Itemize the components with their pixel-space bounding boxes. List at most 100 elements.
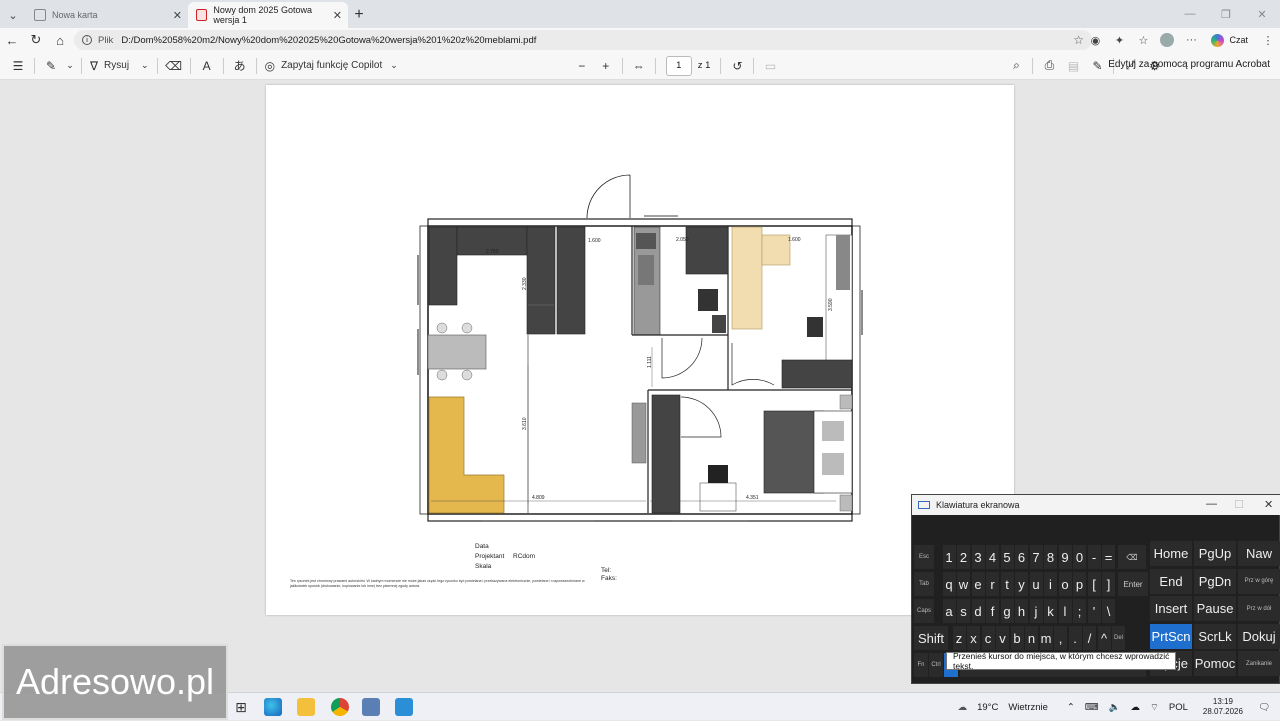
key-del[interactable]: Del	[1112, 626, 1125, 650]
keyboard-title-bar[interactable]: Klawiatura ekranowa — ☐ ✕	[912, 495, 1280, 515]
key-.[interactable]: .	[1068, 626, 1082, 650]
key-][interactable]: ]	[1102, 572, 1115, 596]
key-=[interactable]: =	[1102, 545, 1115, 569]
zoom-out-icon[interactable]: −	[570, 52, 594, 80]
key-s[interactable]: s	[957, 599, 970, 623]
key-zanikanie[interactable]: Zanikanie	[1238, 651, 1280, 676]
weather-icon[interactable]: ☁	[958, 702, 968, 713]
info-icon[interactable]: i	[82, 35, 92, 45]
save-as-icon[interactable]: ✎	[1085, 52, 1109, 80]
key-w[interactable]: w	[957, 572, 970, 596]
print-icon[interactable]: ⎙	[1037, 52, 1061, 80]
key-^[interactable]: ^	[1097, 626, 1111, 650]
two-page-view-icon[interactable]: ▭	[758, 52, 782, 80]
new-tab-button[interactable]: +	[348, 2, 370, 28]
key-pause[interactable]: Pause	[1194, 596, 1236, 621]
more-menu-icon[interactable]: ···	[1179, 28, 1203, 52]
key-pgup[interactable]: PgUp	[1194, 541, 1236, 566]
key-6[interactable]: 6	[1015, 545, 1028, 569]
address-input[interactable]: i Plik D:/Dom%2058%20m2/Nowy%20dom%20202…	[74, 30, 1092, 50]
weather-desc[interactable]: Wietrznie	[1008, 702, 1048, 713]
close-tab-icon[interactable]: ✕	[173, 9, 182, 22]
save-icon[interactable]: ▤	[1061, 52, 1085, 80]
key-enter[interactable]: Enter	[1118, 572, 1148, 596]
key-n[interactable]: n	[1025, 626, 1038, 650]
chrome-icon[interactable]	[331, 698, 349, 716]
tab-actions-chevron-icon[interactable]: ⌄	[0, 2, 26, 28]
tab-pdf-document[interactable]: Nowy dom 2025 Gotowa wersja 1 ✕	[188, 2, 348, 28]
key-fn[interactable]: Fn	[914, 653, 928, 677]
home-icon[interactable]: ⌂	[48, 28, 72, 52]
key-prz-w-górę[interactable]: Prz w górę	[1238, 568, 1280, 594]
key-5[interactable]: 5	[1000, 545, 1014, 569]
key-q[interactable]: q	[942, 572, 956, 596]
key-i[interactable]: i	[1044, 572, 1057, 596]
chevron-up-icon[interactable]: ⌃	[1067, 702, 1075, 713]
key-4[interactable]: 4	[986, 545, 999, 569]
chevron-down-icon[interactable]: ⌄	[63, 52, 77, 80]
key-,[interactable]: ,	[1054, 626, 1067, 650]
key-scrlk[interactable]: ScrLk	[1194, 623, 1236, 649]
key-r[interactable]: r	[986, 572, 999, 596]
translate-icon[interactable]: あ	[228, 52, 252, 80]
key-2[interactable]: 2	[957, 545, 970, 569]
wifi-icon[interactable]: ⌔	[1150, 702, 1159, 713]
copilot-chat-button[interactable]: Czat	[1203, 33, 1256, 47]
key-8[interactable]: 8	[1044, 545, 1057, 569]
fit-page-icon[interactable]: ⇔	[627, 52, 651, 80]
key-shift[interactable]: Shift	[914, 626, 948, 650]
extension-icon[interactable]: ◉	[1083, 28, 1107, 52]
draw-button[interactable]: ∇ Rysuj ⌄	[86, 52, 153, 80]
refresh-icon[interactable]: ↻	[24, 28, 48, 52]
key-prtscn[interactable]: PrtScn	[1150, 623, 1192, 649]
maximize-icon[interactable]: ☐	[1234, 498, 1244, 511]
sidebar-more-icon[interactable]: ⋮	[1256, 28, 1280, 52]
key-y[interactable]: y	[1015, 572, 1028, 596]
key--[interactable]: -	[1087, 545, 1101, 569]
eraser-icon[interactable]: ⌫	[162, 52, 186, 80]
app-icon[interactable]	[362, 698, 380, 716]
file-explorer-icon[interactable]	[297, 698, 315, 716]
key-x[interactable]: x	[967, 626, 980, 650]
key-'[interactable]: '	[1087, 599, 1101, 623]
key-t[interactable]: t	[1000, 572, 1014, 596]
close-tab-icon[interactable]: ✕	[333, 9, 342, 22]
key-f[interactable]: f	[986, 599, 999, 623]
key-home[interactable]: Home	[1150, 541, 1192, 566]
minimize-icon[interactable]: —	[1172, 0, 1208, 28]
key-0[interactable]: 0	[1073, 545, 1086, 569]
extensions-puzzle-icon[interactable]: ✦	[1107, 28, 1131, 52]
key-b[interactable]: b	[1010, 626, 1024, 650]
search-icon[interactable]: ⌕	[1004, 52, 1028, 80]
key-h[interactable]: h	[1015, 599, 1028, 623]
key-end[interactable]: End	[1150, 568, 1192, 594]
task-view-icon[interactable]: ⊞	[232, 698, 250, 716]
key-d[interactable]: d	[971, 599, 985, 623]
key-backslash[interactable]: \	[1102, 599, 1115, 623]
restore-icon[interactable]: ❐	[1208, 0, 1244, 28]
notification-icon[interactable]: 🗨	[1258, 702, 1270, 713]
key-9[interactable]: 9	[1058, 545, 1072, 569]
key-g[interactable]: g	[1000, 599, 1014, 623]
key-z[interactable]: z	[952, 626, 966, 650]
key-prz-w-dół[interactable]: Prz w dół	[1238, 596, 1280, 621]
photos-icon[interactable]	[395, 698, 413, 716]
key-esc[interactable]: Esc	[914, 545, 934, 569]
key-a[interactable]: a	[942, 599, 956, 623]
keyboard-tray-icon[interactable]: ⌨	[1085, 702, 1099, 713]
rotate-icon[interactable]: ↺	[725, 52, 749, 80]
backspace-icon[interactable]: ⌫	[1118, 545, 1146, 569]
key-/[interactable]: /	[1083, 626, 1096, 650]
contents-list-icon[interactable]: ☰	[6, 52, 30, 80]
favorites-icon[interactable]: ☆	[1131, 28, 1155, 52]
volume-icon[interactable]: 🔈	[1109, 702, 1121, 713]
key-c[interactable]: c	[981, 626, 995, 650]
weather-temp[interactable]: 19°C	[977, 702, 998, 713]
key-7[interactable]: 7	[1029, 545, 1043, 569]
copilot-ask-button[interactable]: ◎ Zapytaj funkcję Copilot ⌄	[261, 52, 402, 80]
key-pomoc[interactable]: Pomoc	[1194, 651, 1236, 676]
key-insert[interactable]: Insert	[1150, 596, 1192, 621]
key-;[interactable]: ;	[1073, 599, 1086, 623]
tab-new-tab[interactable]: Nowa karta ✕	[26, 2, 188, 28]
key-ctrl[interactable]: Ctrl	[929, 653, 943, 677]
